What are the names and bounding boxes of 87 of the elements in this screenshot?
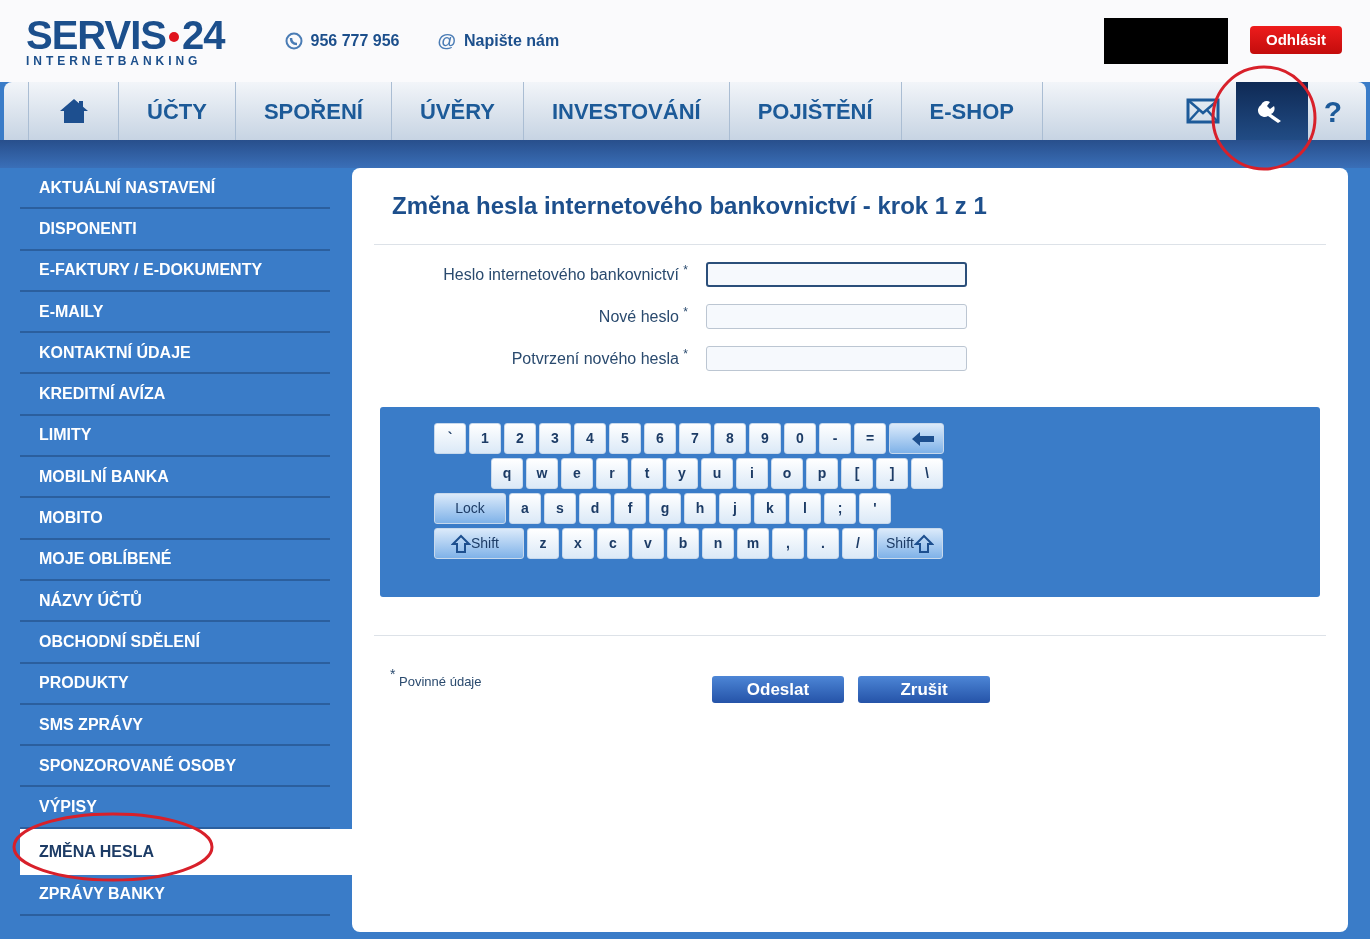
sidebar-item[interactable]: OBCHODNÍ SDĚLENÍ (20, 622, 330, 664)
keyboard-key[interactable]: b (667, 528, 699, 559)
keyboard-key[interactable]: l (789, 493, 821, 524)
keyboard-key[interactable]: , (772, 528, 804, 559)
keyboard-key[interactable]: 9 (749, 423, 781, 454)
keyboard-key[interactable]: 3 (539, 423, 571, 454)
keyboard-key[interactable]: w (526, 458, 558, 489)
caps-lock-key[interactable]: Lock (434, 493, 506, 524)
contact-link[interactable]: @ Napište nám (437, 26, 560, 56)
sidebar-item[interactable]: E-FAKTURY / E-DOKUMENTY (20, 250, 330, 292)
keyboard-key[interactable]: 5 (609, 423, 641, 454)
phone-number: 956 777 956 (310, 31, 400, 51)
keyboard-key[interactable]: u (701, 458, 733, 489)
keyboard-key[interactable]: y (666, 458, 698, 489)
shift-arrow-icon (451, 533, 471, 554)
settings-tab[interactable] (1235, 82, 1308, 140)
keyboard-key[interactable]: t (631, 458, 663, 489)
sidebar-item[interactable]: SMS ZPRÁVY (20, 704, 330, 747)
sidebar-item[interactable]: KONTAKTNÍ ÚDAJE (20, 333, 330, 375)
cancel-button[interactable]: Zrušit (858, 676, 990, 703)
backspace-key[interactable] (889, 423, 944, 454)
keyboard-key[interactable]: v (632, 528, 664, 559)
keyboard-key[interactable]: \ (911, 458, 943, 489)
phone-icon (284, 32, 303, 50)
keyboard-key[interactable]: 8 (714, 423, 746, 454)
field-label: Nové heslo $^{*}$ (597, 304, 688, 327)
mail-icon (1185, 98, 1220, 124)
page-title: Změna hesla internetového bankovnictví - krok 1 z 1 (374, 168, 1326, 245)
sidebar-item[interactable]: KREDITNÍ AVÍZA (20, 374, 330, 416)
keyboard-key[interactable]: ` (434, 423, 466, 454)
sidebar-item[interactable]: E-MAILY (20, 291, 330, 334)
keyboard-key[interactable]: / (842, 528, 874, 559)
logout-button[interactable]: Odhlásit (1250, 26, 1342, 54)
sidebar-item[interactable]: DISPONENTI (20, 209, 330, 251)
shift-key[interactable]: Shift (877, 528, 943, 559)
keyboard-key[interactable]: - (819, 423, 851, 454)
keyboard-key[interactable]: 7 (679, 423, 711, 454)
submit-button[interactable]: Odeslat (712, 676, 844, 703)
sidebar-item[interactable]: LIMITY (20, 415, 330, 458)
keyboard-key[interactable]: s (544, 493, 576, 524)
keyboard-key[interactable]: h (684, 493, 716, 524)
keyboard-key[interactable]: p (806, 458, 838, 489)
keyboard-key[interactable]: i (736, 458, 768, 489)
keyboard-key[interactable]: n (702, 528, 734, 559)
keyboard-key[interactable]: ] (876, 458, 908, 489)
sidebar-item[interactable]: MOBILNÍ BANKA (20, 457, 330, 499)
sidebar-item[interactable]: MOJE OBLÍBENÉ (20, 539, 330, 581)
keyboard-key[interactable]: 4 (574, 423, 606, 454)
sidebar-item[interactable]: SPONZOROVANÉ OSOBY (20, 746, 330, 788)
help-button[interactable]: ? (1315, 82, 1350, 140)
sidebar-item[interactable]: AKTUÁLNÍ NASTAVENÍ (20, 168, 330, 210)
keyboard-key[interactable]: g (649, 493, 681, 524)
keyboard-key[interactable]: x (562, 528, 594, 559)
keyboard-key[interactable]: q (491, 458, 523, 489)
sidebar-item[interactable]: NÁZVY ÚČTŮ (20, 580, 330, 623)
password-field[interactable] (706, 262, 967, 287)
keyboard-key[interactable]: r (596, 458, 628, 489)
keyboard-key[interactable]: z (527, 528, 559, 559)
logo[interactable]: SERVIS 24 INTERNETBANKING (26, 15, 225, 67)
backspace-arrow-icon (911, 430, 935, 447)
keyboard-key[interactable]: = (854, 423, 886, 454)
shift-arrow-icon (914, 533, 934, 554)
keyboard-key[interactable]: j (719, 493, 751, 524)
keyboard-key[interactable]: m (737, 528, 769, 559)
sidebar-item[interactable]: ZPRÁVY BANKY (20, 874, 330, 917)
field-label: Heslo internetového bankovnictví $^{*}$ (442, 262, 688, 285)
keyboard-key[interactable]: c (597, 528, 629, 559)
keyboard-key[interactable]: o (771, 458, 803, 489)
sidebar-item[interactable]: MOBITO (20, 498, 330, 540)
keyboard-key[interactable]: 0 (784, 423, 816, 454)
keyboard-key[interactable]: k (754, 493, 786, 524)
keyboard-key[interactable]: . (807, 528, 839, 559)
sidebar-item[interactable]: ZMĚNA HESLA (20, 828, 352, 875)
keyboard-key[interactable]: ' (859, 493, 891, 524)
home-icon (58, 98, 89, 124)
keyboard-key[interactable]: 6 (644, 423, 676, 454)
keyboard-key[interactable]: d (579, 493, 611, 524)
keyboard-key[interactable]: 1 (469, 423, 501, 454)
shift-key[interactable]: Shift (434, 528, 524, 559)
keyboard-key[interactable]: e (561, 458, 593, 489)
keyboard-key[interactable]: ; (824, 493, 856, 524)
keyboard-key[interactable]: 2 (504, 423, 536, 454)
keyboard-key[interactable]: [ (841, 458, 873, 489)
keyboard-key[interactable]: f (614, 493, 646, 524)
keyboard-key[interactable]: a (509, 493, 541, 524)
field-label: Potvrzení nového hesla $^{*}$ (510, 346, 688, 369)
sidebar-item[interactable]: PRODUKTY (20, 663, 330, 705)
